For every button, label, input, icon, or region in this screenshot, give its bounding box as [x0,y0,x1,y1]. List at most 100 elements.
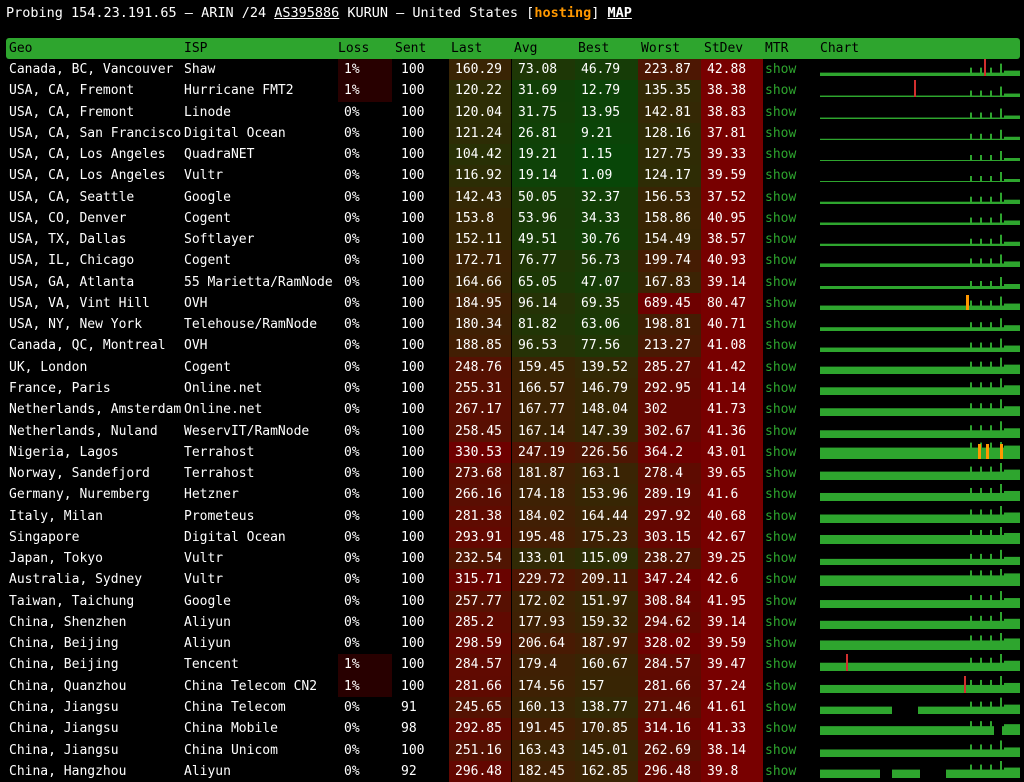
chart-bar [1014,345,1016,353]
chart-bar [836,347,838,353]
chart-bar [914,575,916,587]
chart-bar [886,366,888,374]
mtr-show-link[interactable]: show [765,123,796,144]
chart-bar [824,95,826,98]
chart-bar [892,117,894,119]
chart-bar [856,117,858,119]
mtr-show-link[interactable]: show [765,293,796,314]
mtr-show-link[interactable]: show [765,272,796,293]
mtr-show-link[interactable]: show [765,612,796,633]
chart-bar [1014,325,1016,332]
chart-bar [968,663,970,672]
mtr-show-link[interactable]: show [765,484,796,505]
chart-bar [842,366,844,374]
chart-bar [1016,406,1018,417]
mtr-show-link[interactable]: show [765,165,796,186]
chart-bar [870,263,872,268]
asn-link[interactable]: AS395886 [274,5,339,21]
mtr-show-link[interactable]: show [765,569,796,590]
chart-bar [824,575,826,587]
chart-bar [868,181,870,183]
mtr-show-link[interactable]: show [765,442,796,463]
mtr-show-link[interactable]: show [765,633,796,654]
cell-stdev: 39.25 [701,548,763,570]
mtr-show-link[interactable]: show [765,250,796,271]
chart-bar [912,769,914,778]
chart-bar [940,201,942,204]
chart-bar [930,387,932,395]
mtr-show-link[interactable]: show [765,187,796,208]
chart-bar [840,534,842,544]
mtr-show-link[interactable]: show [765,761,796,782]
chart-bar [918,347,920,353]
chart-bar [824,447,826,459]
chart-bar [874,748,876,757]
cell-sent: 100 [401,423,425,439]
chart-bar [850,663,852,672]
mtr-show-link[interactable]: show [765,357,796,378]
mtr-show-link[interactable]: show [765,740,796,761]
chart-bar [980,90,982,98]
mtr-show-link[interactable]: show [765,463,796,484]
cell-avg: 19.21 [512,144,575,166]
chart-bar [880,706,882,714]
header-worst: Worst [641,41,681,56]
chart-bar [912,599,914,608]
chart-bar [956,408,958,417]
chart-bar [976,599,978,608]
chart-bar [912,138,914,140]
map-link[interactable]: MAP [608,5,632,21]
chart-bar [928,160,930,162]
chart-bar [898,493,900,502]
chart-bar [966,285,968,289]
mtr-show-link[interactable]: show [765,335,796,356]
chart-bar [928,387,930,395]
chart-bar [1006,93,1008,98]
chart-bar [832,684,834,693]
mtr-show-link[interactable]: show [765,102,796,123]
mtr-show-link[interactable]: show [765,591,796,612]
mtr-show-link[interactable]: show [765,59,796,80]
chart-bar [836,575,838,587]
mtr-show-link[interactable]: show [765,399,796,420]
chart-bar [960,285,962,289]
mtr-show-link[interactable]: show [765,80,796,101]
chart-bar [940,72,942,76]
chart-bar [898,347,900,353]
chart-bar [884,748,886,757]
mtr-show-link[interactable]: show [765,697,796,718]
chart-bar [848,408,850,417]
chart-bar [918,471,920,481]
mtr-show-link[interactable]: show [765,421,796,442]
mtr-show-link[interactable]: show [765,548,796,569]
mtr-show-link[interactable]: show [765,654,796,675]
chart-bar [998,748,1000,757]
chart-bar [956,447,958,459]
chart-bar [928,285,930,289]
chart-bar [1010,618,1012,629]
mtr-show-link[interactable]: show [765,208,796,229]
chart-bar [1010,93,1012,98]
chart-bar [954,160,956,162]
mtr-show-link[interactable]: show [765,144,796,165]
chart-bar [886,575,888,587]
chart-bar [894,327,896,332]
chart-bar [1008,158,1010,162]
chart-bar [968,222,970,225]
chart-bar [976,663,978,672]
mtr-show-link[interactable]: show [765,506,796,527]
mtr-show-link[interactable]: show [765,676,796,697]
chart-bar [904,663,906,672]
latency-chart [820,463,1020,481]
mtr-show-link[interactable]: show [765,378,796,399]
chart-bar [854,347,856,353]
mtr-show-link[interactable]: show [765,527,796,548]
mtr-show-link[interactable]: show [765,314,796,335]
chart-bar [900,181,902,183]
chart-bar [998,117,1000,119]
mtr-show-link[interactable]: show [765,718,796,739]
chart-bar [948,663,950,672]
cell-worst: 302 [638,399,701,421]
cell-loss: 0% [344,210,360,226]
mtr-show-link[interactable]: show [765,229,796,250]
